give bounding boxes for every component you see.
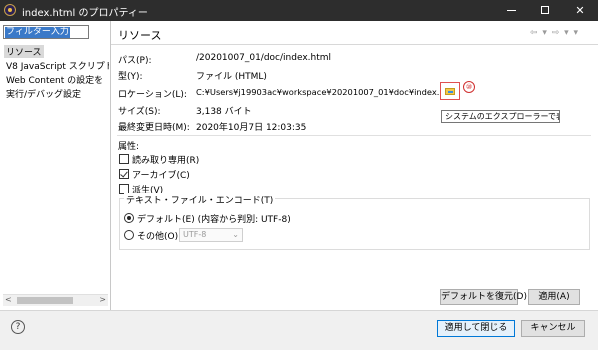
filter-input-text: フィルター入力	[5, 27, 70, 38]
restore-defaults-button[interactable]: デフォルトを復元(D)	[440, 289, 527, 305]
filter-input[interactable]: フィルター入力	[3, 25, 89, 39]
location-value: C:¥Users¥j19903ac¥workspace¥20201007_01¥…	[196, 87, 459, 97]
type-value: ファイル (HTML)	[196, 72, 267, 82]
section-divider	[117, 135, 591, 136]
cancel-button[interactable]: キャンセル	[521, 320, 585, 337]
scroll-right-icon[interactable]: >	[99, 295, 106, 304]
sidebar-item-v8-javascript[interactable]: V8 JavaScript スクリプト	[6, 59, 109, 72]
chevron-down-icon: ⌄	[232, 230, 239, 239]
other-encoding-label[interactable]: その他(O):	[137, 229, 181, 242]
sidebar: フィルター入力 リソース V8 JavaScript スクリプト Web Con…	[0, 21, 111, 310]
path-label: パス(P):	[118, 56, 152, 66]
modified-label: 最終変更日時(M):	[118, 123, 190, 133]
show-in-explorer-button[interactable]	[440, 82, 460, 100]
location-label: ロケーション(L):	[118, 90, 187, 100]
encoding-select[interactable]: UTF-8 ⌄	[179, 228, 243, 242]
title-bar: index.html のプロパティー ✕	[0, 0, 598, 21]
path-value: /20201007_01/doc/index.html	[196, 53, 332, 63]
sidebar-item-web-content[interactable]: Web Content の設定を	[6, 73, 109, 86]
navigation-arrows-icon[interactable]: ⇦ ▾ ⇨ ▾ ▾	[530, 28, 579, 38]
scroll-left-icon[interactable]: <	[5, 295, 12, 304]
horizontal-scrollbar[interactable]: < >	[3, 294, 108, 306]
maximize-button[interactable]	[529, 0, 563, 21]
default-encoding-label[interactable]: デフォルト(E) (内容から判別: UTF-8)	[137, 212, 291, 225]
read-only-checkbox[interactable]	[119, 154, 129, 164]
encoding-select-value: UTF-8	[183, 230, 207, 239]
default-encoding-radio[interactable]	[124, 213, 134, 223]
read-only-label[interactable]: 読み取り専用(R)	[132, 153, 199, 166]
sidebar-item-resource[interactable]: リソース	[4, 45, 44, 58]
minimize-button[interactable]	[495, 0, 529, 21]
close-button[interactable]: ✕	[563, 0, 597, 21]
sidebar-item-run-debug[interactable]: 実行/デバッグ設定	[6, 87, 109, 100]
modified-value: 2020年10月7日 12:03:35	[196, 123, 307, 133]
archive-label[interactable]: アーカイブ(C)	[132, 168, 190, 181]
help-icon[interactable]: ?	[11, 320, 25, 334]
apply-button[interactable]: 適用(A)	[528, 289, 580, 305]
callout-badge: ⑩	[463, 81, 475, 93]
eclipse-icon	[4, 4, 16, 16]
page-title: リソース	[118, 29, 162, 42]
tooltip: システムのエクスプローラーで表示	[441, 110, 560, 123]
scrollbar-thumb[interactable]	[17, 297, 73, 304]
encoding-legend: テキスト・ファイル・エンコード(T)	[124, 193, 276, 206]
other-encoding-radio[interactable]	[124, 230, 134, 240]
size-value: 3,138 バイト	[196, 107, 252, 117]
apply-and-close-button[interactable]: 適用して閉じる	[437, 320, 515, 337]
attributes-label: 属性:	[118, 142, 140, 152]
archive-checkbox[interactable]	[119, 169, 129, 179]
window-title: index.html のプロパティー	[22, 8, 148, 19]
header-divider	[111, 44, 598, 45]
type-label: 型(Y):	[118, 72, 143, 82]
size-label: サイズ(S):	[118, 107, 161, 117]
